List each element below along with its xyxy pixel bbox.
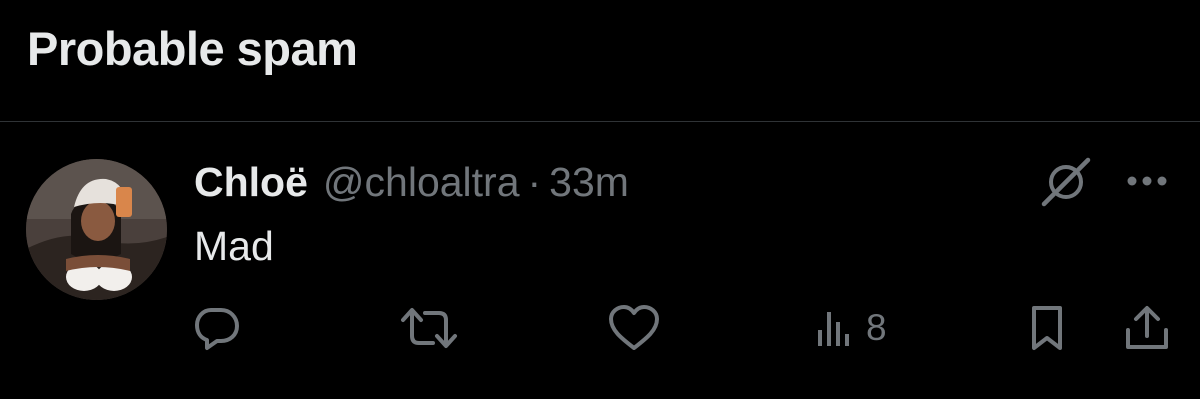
bookmark-button[interactable]: [1020, 300, 1074, 356]
more-button[interactable]: [1118, 160, 1176, 202]
tweet-text: Mad: [194, 223, 274, 269]
retweet-button[interactable]: [396, 300, 462, 356]
share-button[interactable]: [1118, 300, 1176, 356]
separator-dot: ·: [527, 158, 542, 205]
more-icon: [1127, 176, 1167, 186]
avatar[interactable]: [26, 159, 167, 300]
display-name[interactable]: Chloë: [194, 159, 308, 206]
views-icon: [818, 312, 849, 346]
timestamp[interactable]: 33m: [549, 159, 629, 206]
like-icon: [609, 305, 659, 350]
like-button[interactable]: [603, 300, 665, 356]
section-title: Probable spam: [27, 22, 358, 75]
divider: [0, 121, 1200, 122]
retweet-icon: [401, 308, 457, 348]
user-handle[interactable]: @chloaltra: [323, 159, 520, 206]
bookmark-icon: [1032, 306, 1062, 350]
grok-icon: [1041, 157, 1091, 207]
share-icon: [1126, 306, 1168, 349]
grok-button[interactable]: [1036, 154, 1096, 210]
tweet-header: Chloë @chloaltra · 33m: [194, 154, 629, 210]
reply-button[interactable]: [188, 300, 246, 356]
reply-icon: [195, 308, 239, 350]
views-button[interactable]: 8: [812, 300, 912, 356]
views-count: 8: [866, 307, 887, 348]
